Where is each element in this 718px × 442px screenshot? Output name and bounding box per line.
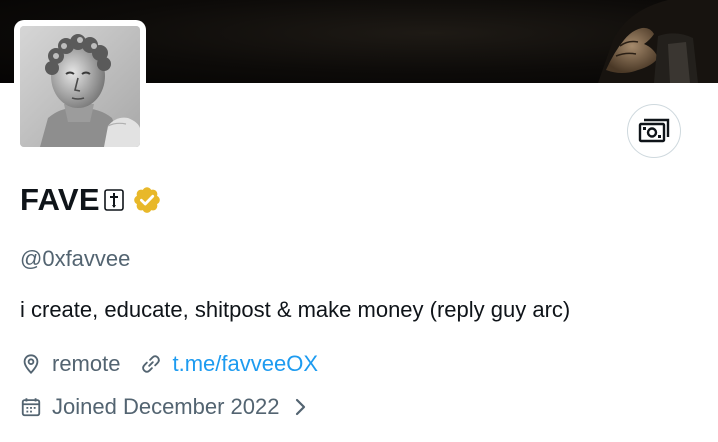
money-icon <box>638 118 670 143</box>
verified-badge-icon[interactable] <box>132 185 162 215</box>
location-item: remote <box>20 351 140 377</box>
profile-link[interactable]: t.me/favveeOX <box>172 351 318 377</box>
profile-header: FAVE @0xfavvee i create, educate, shitpo… <box>0 0 718 442</box>
name-row: FAVE <box>20 180 162 220</box>
profile-avatar[interactable] <box>14 20 146 153</box>
profile-bio: i create, educate, shitpost & make money… <box>20 297 571 322</box>
location-text: remote <box>52 351 121 376</box>
banner-image <box>598 0 718 83</box>
dagger-icon <box>104 189 124 211</box>
location-pin-icon <box>20 353 42 375</box>
link-icon <box>140 353 162 375</box>
display-name: FAVE <box>20 182 100 217</box>
profile-handle: @0xfavvee <box>20 246 131 271</box>
link-item[interactable]: t.me/favveeOX <box>140 351 318 377</box>
joined-text: Joined December 2022 <box>52 394 280 419</box>
calendar-icon <box>20 396 42 418</box>
avatar-image <box>20 26 140 147</box>
tip-button[interactable] <box>627 104 681 158</box>
profile-joined-row: Joined December 2022 <box>20 393 309 421</box>
profile-meta-row: remote t.me/favveeOX <box>20 350 318 378</box>
chevron-right-icon[interactable] <box>293 396 309 418</box>
